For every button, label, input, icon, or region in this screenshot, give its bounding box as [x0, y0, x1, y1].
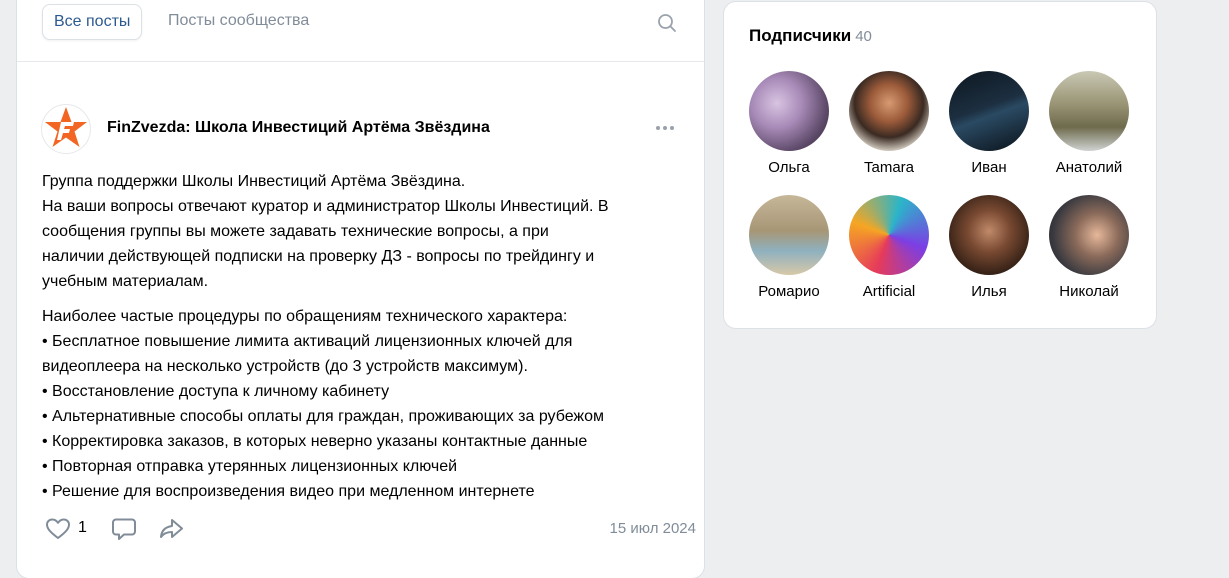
post-author[interactable]: FinZvezda: Школа Инвестиций Артёма Звёзд…	[107, 119, 490, 137]
post-header: FinZvezda: Школа Инвестиций Артёма Звёзд…	[41, 104, 681, 154]
like-count: 1	[78, 519, 87, 536]
avatar	[749, 71, 829, 151]
subscribers-widget: Подписчики 40 Ольга Tamara Иван Анатолий …	[724, 2, 1156, 328]
post-line: На ваши вопросы отвечают куратор и админ…	[42, 198, 609, 215]
post-text-paragraph-2: Наиболее частые процедуры по обращениям …	[42, 304, 692, 504]
avatar	[949, 71, 1029, 151]
subscriber-name: Ромарио	[758, 283, 820, 300]
post-actions: 1 15 июл 2024	[42, 515, 696, 545]
subscriber-name: Artificial	[862, 283, 916, 300]
avatar	[749, 195, 829, 275]
subscriber-name: Tamara	[863, 159, 915, 176]
post-line: • Альтернативные способы оплаты для граж…	[42, 408, 605, 425]
subscriber-item[interactable]: Ольга	[739, 71, 839, 176]
post-line: • Бесплатное повышение лимита активаций …	[42, 333, 573, 350]
subscriber-name: Ольга	[768, 159, 810, 176]
subscriber-item[interactable]: Ромарио	[739, 195, 839, 300]
subscribers-header[interactable]: Подписчики 40	[749, 26, 872, 46]
subscriber-item[interactable]: Анатолий	[1039, 71, 1139, 176]
avatar	[949, 195, 1029, 275]
post-line: наличии действующей подписки на проверку…	[42, 248, 595, 265]
post-line: Группа поддержки Школы Инвестиций Артёма…	[42, 173, 466, 190]
subscribers-count: 40	[855, 28, 872, 45]
subscriber-item[interactable]: Николай	[1039, 195, 1139, 300]
subscriber-name: Анатолий	[1055, 159, 1123, 176]
tab-all-posts[interactable]: Все посты	[42, 4, 143, 40]
post-line: учебным материалам.	[42, 273, 209, 290]
post-line: Наиболее частые процедуры по обращениям …	[42, 308, 568, 325]
share-icon[interactable]	[157, 515, 185, 543]
subscriber-item[interactable]: Artificial	[839, 195, 939, 300]
post-text-paragraph-1: Группа поддержки Школы Инвестиций Артёма…	[42, 169, 692, 294]
subscriber-name: Иван	[971, 159, 1007, 176]
post-line: видеоплеера на несколько устройств (до 3…	[42, 358, 528, 375]
community-avatar[interactable]	[41, 104, 91, 154]
post-line: • Корректировка заказов, в которых невер…	[42, 433, 588, 450]
tab-community-posts[interactable]: Посты сообщества	[157, 4, 320, 38]
post-line: • Восстановление доступа к личному кабин…	[42, 383, 390, 400]
subscriber-name: Илья	[971, 283, 1007, 300]
search-icon[interactable]	[657, 13, 677, 33]
post-line: сообщения группы вы можете задавать техн…	[42, 223, 549, 240]
avatar	[849, 71, 929, 151]
post-line: • Повторная отправка утерянных лицензион…	[42, 458, 458, 475]
comment-icon[interactable]	[110, 515, 138, 543]
more-options-icon[interactable]	[653, 116, 677, 140]
post-line: • Решение для воспроизведения видео при …	[42, 483, 535, 500]
subscriber-name: Николай	[1059, 283, 1119, 300]
avatar	[1049, 195, 1129, 275]
like-icon[interactable]	[44, 515, 72, 543]
post-date[interactable]: 15 июл 2024	[610, 520, 696, 537]
subscribers-title: Подписчики	[749, 26, 852, 45]
subscriber-item[interactable]: Илья	[939, 195, 1039, 300]
feed-tabs: Все посты Посты сообщества	[17, 0, 704, 62]
subscriber-item[interactable]: Иван	[939, 71, 1039, 176]
avatar	[849, 195, 929, 275]
posts-feed: Все посты Посты сообщества FinZvezda: Шк…	[17, 0, 704, 578]
subscriber-item[interactable]: Tamara	[839, 71, 939, 176]
avatar	[1049, 71, 1129, 151]
